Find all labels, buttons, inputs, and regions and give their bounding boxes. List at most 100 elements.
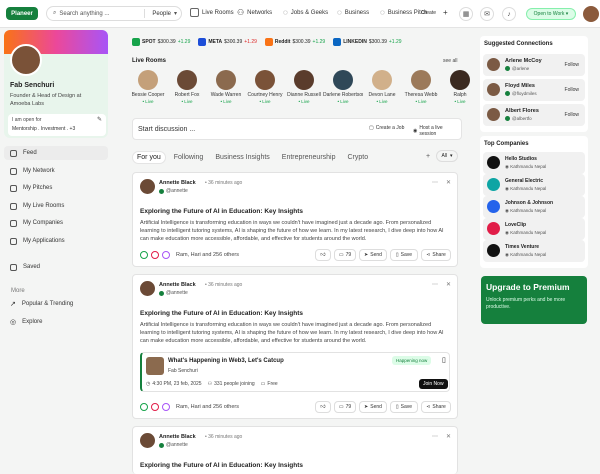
send-button[interactable]: ➤ Send	[359, 401, 387, 413]
sidebar-item-saved[interactable]: Saved	[4, 260, 108, 274]
save-button[interactable]: ▯ Save	[390, 249, 418, 261]
host-live-button[interactable]: ◉ Host a live session	[413, 125, 461, 137]
sidebar-item-my-network[interactable]: My Network	[4, 164, 108, 178]
author-name[interactable]: Annette Black	[159, 180, 196, 186]
sidebar-item-explore[interactable]: ◎ Explore	[4, 315, 108, 329]
live-room-item[interactable]: Darlene Robertson • Live	[323, 70, 363, 104]
suggestion-item[interactable]: Arlene McCoy @arlene Follow	[483, 54, 585, 76]
open-for-card[interactable]: I am open for Mentorship . Investment . …	[8, 114, 106, 136]
follow-button[interactable]: Follow	[565, 112, 579, 118]
send-button[interactable]: ➤ Send	[359, 249, 387, 261]
ticker-item[interactable]: META $300.39 +1.29	[198, 38, 257, 46]
tab-crypto[interactable]: Crypto	[344, 152, 373, 163]
company-name[interactable]: LoveClip	[505, 222, 526, 228]
live-room-item[interactable]: Devon Lane • Live	[362, 70, 402, 104]
follow-button[interactable]: Follow	[565, 62, 579, 68]
messages-icon[interactable]: ✉	[480, 7, 494, 21]
author-name[interactable]: Annette Black	[159, 434, 196, 440]
search-input[interactable]: Search anything ...	[59, 11, 109, 17]
like-button[interactable]: 👍︎	[315, 249, 331, 261]
share-button[interactable]: ⋖ Share	[421, 401, 451, 413]
ticker-item[interactable]: Reddit $300.39 +1.29	[264, 38, 325, 46]
ticker-item[interactable]: LINKEDIN $300.39 +1.29	[333, 38, 402, 46]
company-item[interactable]: Hello Studios ◉ Kathmandu Nepal	[483, 152, 585, 174]
search-bar[interactable]: ⌕ Search anything ... People ▾	[46, 6, 182, 21]
comment-button[interactable]: ▭ 79	[334, 401, 356, 413]
reactions-summary[interactable]: Ram, Hari and 256 others	[140, 403, 239, 411]
company-item[interactable]: General Electric ◉ Kathmandu Nepal	[483, 174, 585, 196]
person-name[interactable]: Floyd Miles	[505, 83, 535, 89]
nav-networks[interactable]: ⚇ Networks	[237, 8, 272, 17]
live-room-item[interactable]: Courtney Henry • Live	[245, 70, 285, 104]
grid-icon[interactable]: ▦	[459, 7, 473, 21]
sidebar-item-my-pitches[interactable]: My Pitches	[4, 181, 108, 195]
company-name[interactable]: Hello Studios	[505, 156, 537, 162]
upgrade-card[interactable]: Upgrade to Premium Unlock premium perks …	[481, 276, 587, 324]
filter-select[interactable]: All ▾	[436, 150, 458, 162]
close-icon[interactable]: ✕	[446, 179, 451, 186]
live-room-item[interactable]: Bessie Cooper • Live	[128, 70, 168, 104]
live-room-item[interactable]: Theresa Webb • Live	[401, 70, 441, 104]
comment-button[interactable]: ▭ 79	[334, 249, 356, 261]
see-all-link[interactable]: see all	[443, 58, 457, 64]
share-button[interactable]: ⋖ Share	[421, 249, 451, 261]
nav-jobs[interactable]: ◌ Jobs & Geeks	[283, 8, 328, 17]
follow-button[interactable]: Follow	[565, 87, 579, 93]
reactions-summary[interactable]: Ram, Hari and 256 others	[140, 251, 239, 259]
tab-following[interactable]: Following	[170, 152, 208, 163]
like-button[interactable]: 👍︎	[315, 401, 331, 413]
company-name[interactable]: General Electric	[505, 178, 543, 184]
composer[interactable]: Start discussion ... ▢ Create a Job ◉ Host…	[132, 118, 462, 140]
join-now-button[interactable]: Join Now	[419, 379, 448, 389]
author-avatar[interactable]	[140, 281, 155, 296]
open-to-work-toggle[interactable]: Open to Work ▾	[526, 8, 576, 20]
composer-input[interactable]: Start discussion ...	[138, 126, 195, 133]
sidebar-item-my-live-rooms[interactable]: My Live Rooms	[4, 199, 108, 213]
sidebar-item-my-applications[interactable]: My Applications	[4, 234, 108, 248]
more-icon[interactable]: ⋯	[432, 179, 438, 186]
live-room-embed[interactable]: What's Happening in Web3, Let's Catcup F…	[140, 352, 450, 392]
sidebar-item-feed[interactable]: Feed	[4, 146, 108, 160]
room-title[interactable]: What's Happening in Web3, Let's Catcup	[168, 358, 284, 364]
author-avatar[interactable]	[140, 179, 155, 194]
live-room-item[interactable]: Robert Fox • Live	[167, 70, 207, 104]
avatar[interactable]	[487, 58, 500, 71]
suggestion-item[interactable]: Albert Flores @albertfo Follow	[483, 104, 585, 126]
create-button[interactable]: Create +	[421, 8, 448, 17]
post-title[interactable]: Exploring the Future of AI in Education:…	[140, 310, 303, 317]
nav-live-rooms[interactable]: Live Rooms	[190, 8, 234, 17]
user-avatar[interactable]	[583, 6, 599, 22]
post-title[interactable]: Exploring the Future of AI in Education:…	[140, 462, 303, 469]
avatar[interactable]	[487, 108, 500, 121]
nav-business[interactable]: ◌ Business	[337, 8, 369, 17]
avatar[interactable]	[487, 83, 500, 96]
create-job-button[interactable]: ▢ Create a Job	[369, 125, 404, 131]
sidebar-item-my-companies[interactable]: My Companies	[4, 216, 108, 230]
profile-name[interactable]: Fab Senchuri	[10, 82, 54, 89]
company-item[interactable]: LoveClip ◉ Kathmandu Nepal	[483, 218, 585, 240]
author-avatar[interactable]	[140, 433, 155, 448]
edit-icon[interactable]: ✎	[97, 116, 102, 123]
bookmark-icon[interactable]: ▯	[442, 356, 446, 364]
app-logo[interactable]: Planeer	[6, 7, 38, 20]
suggestion-item[interactable]: Floyd Miles @floydmiles Follow	[483, 79, 585, 101]
tab-entrepreneurship[interactable]: Entrepreneurship	[278, 152, 340, 163]
more-icon[interactable]: ⋯	[432, 433, 438, 440]
bell-icon[interactable]: ♪	[502, 7, 516, 21]
save-button[interactable]: ▯ Save	[390, 401, 418, 413]
post-title[interactable]: Exploring the Future of AI in Education:…	[140, 208, 303, 215]
sidebar-item-popular[interactable]: ↗ Popular & Trending	[4, 297, 108, 311]
tab-for-you[interactable]: For you	[132, 150, 166, 164]
profile-avatar[interactable]	[10, 44, 42, 76]
person-name[interactable]: Albert Flores	[505, 108, 539, 114]
close-icon[interactable]: ✕	[446, 433, 451, 440]
company-name[interactable]: Times Venture	[505, 244, 539, 250]
tab-business-insights[interactable]: Business Insights	[211, 152, 273, 163]
live-room-item[interactable]: Dianne Russell • Live	[284, 70, 324, 104]
company-item[interactable]: Johnson & Johnson ◉ Kathmandu Nepal	[483, 196, 585, 218]
close-icon[interactable]: ✕	[446, 281, 451, 288]
company-name[interactable]: Johnson & Johnson	[505, 200, 553, 206]
more-icon[interactable]: ⋯	[432, 281, 438, 288]
add-tab-button[interactable]: +	[426, 153, 430, 160]
live-room-item[interactable]: Wade Warren • Live	[206, 70, 246, 104]
